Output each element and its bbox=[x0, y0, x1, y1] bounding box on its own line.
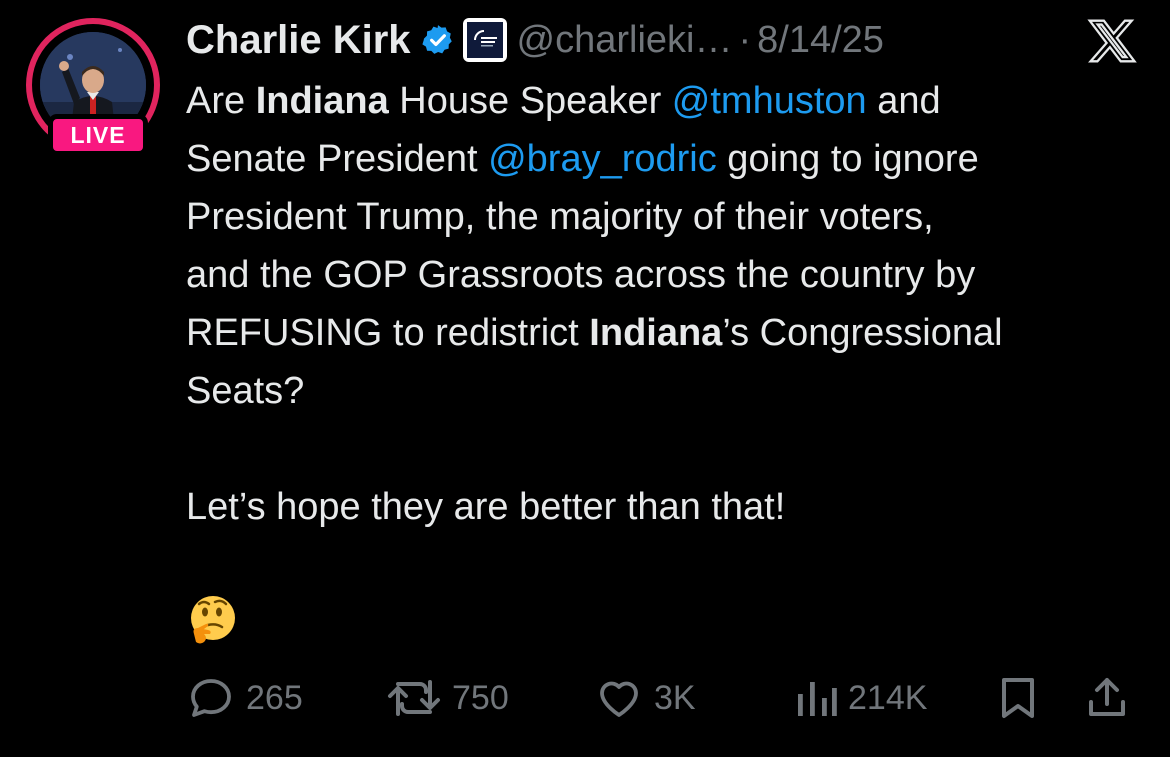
bold-text: Indiana bbox=[589, 312, 723, 354]
tweet-date[interactable]: 8/14/25 bbox=[757, 19, 884, 62]
tweet-line: Seats? bbox=[186, 370, 305, 412]
text-span: and bbox=[866, 80, 941, 122]
views-icon bbox=[798, 682, 837, 716]
avatar-with-live-ring[interactable]: LIVE bbox=[26, 18, 160, 156]
x-logo-icon[interactable] bbox=[1086, 16, 1138, 66]
tweet-line: Are Indiana House Speaker @tmhuston and bbox=[186, 72, 1166, 130]
reply-button[interactable]: 265 bbox=[186, 672, 303, 724]
bookmark-icon bbox=[1002, 678, 1034, 718]
mention-link[interactable]: @bray_rodric bbox=[488, 138, 717, 180]
separator-dot: · bbox=[738, 18, 752, 61]
reply-count: 265 bbox=[246, 678, 303, 717]
author-handle[interactable]: @charlieki… bbox=[517, 19, 733, 62]
verified-badge-icon bbox=[421, 25, 452, 54]
bookmark-button[interactable] bbox=[996, 672, 1040, 724]
views-button[interactable]: 214K bbox=[794, 672, 927, 724]
text-span: ’s Congressional bbox=[722, 312, 1003, 354]
text-span: REFUSING to redistrict bbox=[186, 312, 590, 354]
author-name[interactable]: Charlie Kirk bbox=[186, 18, 411, 63]
text-span: going to ignore bbox=[716, 138, 979, 180]
affiliate-org-icon[interactable] bbox=[462, 18, 507, 62]
reply-icon bbox=[191, 679, 231, 717]
live-badge: LIVE bbox=[48, 114, 148, 156]
repost-count: 750 bbox=[452, 678, 509, 717]
share-icon bbox=[1089, 678, 1125, 716]
tweet-line: and the GOP Grassroots across the countr… bbox=[186, 254, 976, 296]
text-span: Senate President bbox=[186, 138, 489, 180]
like-count: 3K bbox=[654, 678, 696, 717]
tweet-header: Charlie Kirk @charlieki… · 8/14/25 bbox=[186, 12, 884, 68]
tweet-line: Let’s hope they are better than that! bbox=[186, 486, 786, 528]
like-icon bbox=[600, 681, 638, 717]
repost-button[interactable]: 750 bbox=[386, 672, 509, 724]
tweet-line: Senate President @bray_rodric going to i… bbox=[186, 130, 1166, 188]
tweet-line: President Trump, the majority of their v… bbox=[186, 196, 934, 238]
text-span: House Speaker bbox=[388, 80, 672, 122]
text-span: Are bbox=[186, 80, 256, 122]
thinking-face-emoji bbox=[191, 596, 235, 644]
like-button[interactable]: 3K bbox=[594, 672, 696, 724]
mention-link[interactable]: @tmhuston bbox=[672, 80, 867, 122]
tweet-text: Are Indiana House Speaker @tmhuston and … bbox=[186, 72, 1166, 536]
views-count: 214K bbox=[848, 678, 928, 717]
tweet-line: REFUSING to redistrict Indiana’s Congres… bbox=[186, 304, 1166, 362]
share-button[interactable] bbox=[1082, 672, 1132, 724]
repost-icon bbox=[388, 680, 440, 716]
action-bar: 265 750 3K 214K bbox=[186, 672, 1136, 724]
bold-text: Indiana bbox=[255, 80, 389, 122]
